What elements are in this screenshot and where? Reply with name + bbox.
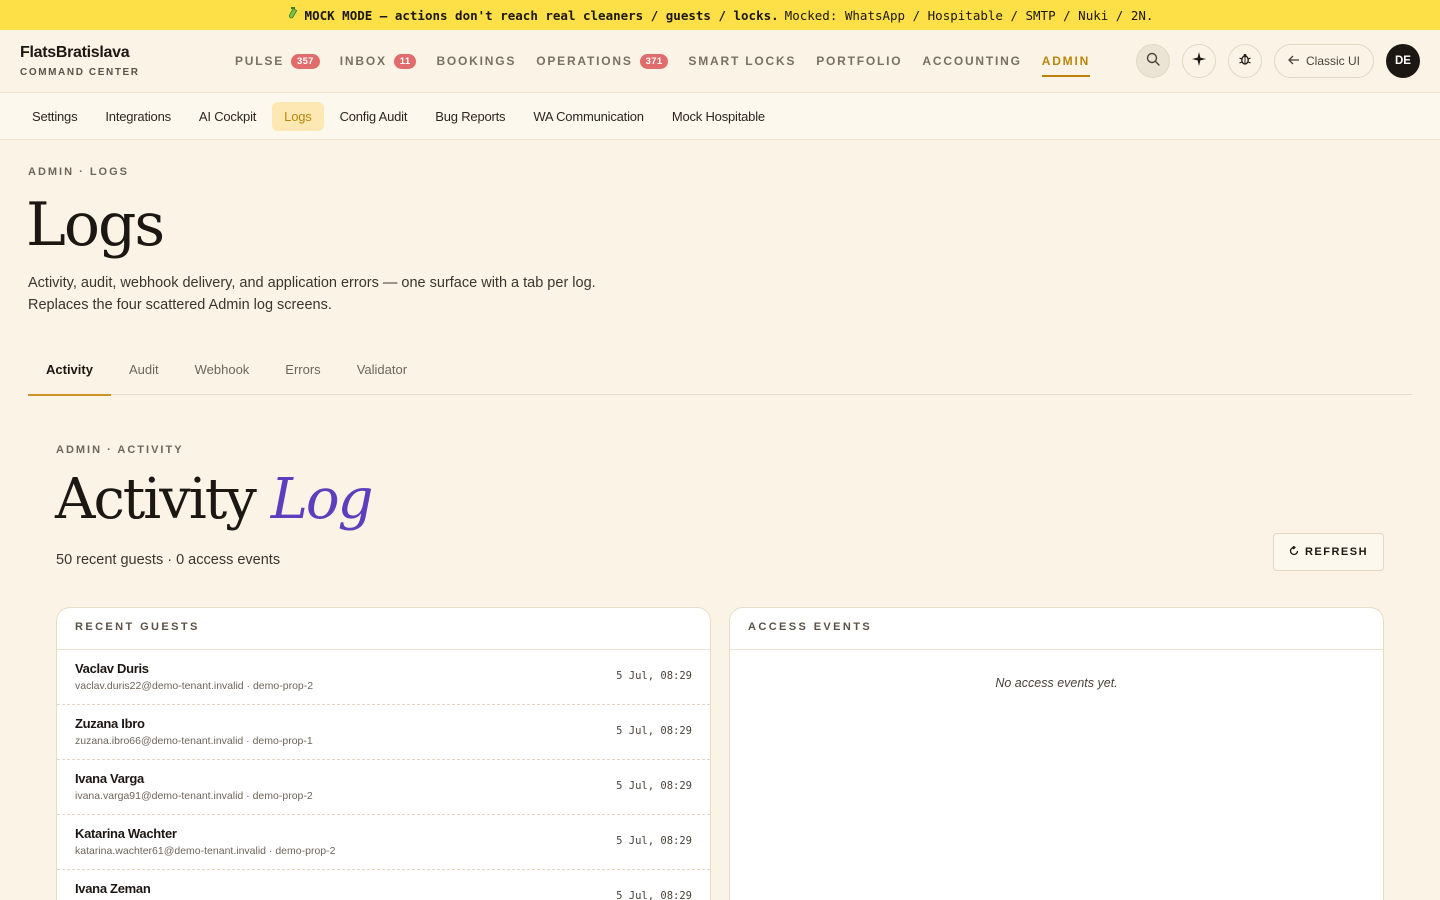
subnav-item-settings[interactable]: Settings — [20, 102, 89, 131]
guest-name: Vaclav Duris — [75, 661, 149, 676]
page-title: Logs — [26, 190, 165, 260]
section-eyebrow: ADMIN · ACTIVITY — [56, 444, 184, 456]
section-title: Activity Log — [55, 467, 374, 532]
refresh-button[interactable]: REFRESH — [1273, 533, 1384, 571]
main-nav: PULSE 357 INBOX 11 BOOKINGS OPERATIONS 3… — [235, 30, 1091, 93]
guest-meta: ivana.varga91@demo-tenant.invalid · demo… — [75, 790, 313, 802]
guest-timestamp: 5 Jul, 08:29 — [616, 670, 692, 682]
subnav-item-ai-cockpit[interactable]: AI Cockpit — [187, 102, 268, 131]
page-description-line: Replaces the four scattered Admin log sc… — [28, 297, 332, 313]
nav-actions: Classic UI DE — [1135, 44, 1420, 78]
count-badge: 11 — [393, 53, 417, 69]
nav-item-operations[interactable]: OPERATIONS 371 — [536, 30, 669, 93]
search-button[interactable] — [1135, 44, 1170, 78]
tab-validator[interactable]: Validator — [339, 350, 425, 395]
nav-item-label: OPERATIONS — [536, 54, 633, 68]
guest-name: Ivana Varga — [75, 771, 144, 786]
brand-subtitle: COMMAND CENTER — [20, 67, 140, 78]
nav-item-admin[interactable]: ADMIN — [1041, 30, 1091, 93]
subnav-item-mock-hospitable[interactable]: Mock Hospitable — [660, 102, 777, 131]
list-item[interactable]: Ivana Zeman 5 Jul, 08:29 — [57, 870, 710, 900]
tab-audit[interactable]: Audit — [111, 350, 177, 395]
nav-item-label: BOOKINGS — [436, 54, 517, 68]
guest-timestamp: 5 Jul, 08:29 — [616, 780, 692, 792]
nav-item-label: ADMIN — [1041, 54, 1091, 68]
report-bug-button[interactable] — [1227, 44, 1262, 78]
log-tabs: Activity Audit Webhook Errors Validator — [28, 350, 1412, 396]
banner-strong-text: MOCK MODE — actions don't reach real cle… — [304, 7, 779, 23]
mock-mode-banner: MOCK MODE — actions don't reach real cle… — [0, 0, 1440, 30]
section-title-accent: Log — [270, 467, 374, 532]
tab-activity[interactable]: Activity — [28, 350, 111, 396]
list-item[interactable]: Vaclav Duris vaclav.duris22@demo-tenant.… — [57, 650, 710, 705]
list-item[interactable]: Ivana Varga ivana.varga91@demo-tenant.in… — [57, 760, 710, 815]
page-description: Activity, audit, webhook delivery, and a… — [28, 272, 628, 316]
recent-guests-panel: RECENT GUESTS Vaclav Duris vaclav.duris2… — [56, 607, 711, 900]
list-item[interactable]: Katarina Wachter katarina.wachter61@demo… — [57, 815, 710, 870]
arrow-left-icon — [1288, 54, 1300, 68]
classic-ui-button[interactable]: Classic UI — [1273, 44, 1374, 78]
nav-item-bookings[interactable]: BOOKINGS — [436, 30, 516, 93]
guest-meta: zuzana.ibro66@demo-tenant.invalid · demo… — [75, 735, 313, 747]
section-title-main: Activity — [55, 467, 257, 532]
bug-icon — [1238, 52, 1252, 71]
guest-timestamp: 5 Jul, 08:29 — [616, 890, 692, 900]
sparkle-icon — [1191, 51, 1206, 71]
count-badge: 371 — [639, 53, 669, 69]
nav-item-inbox[interactable]: INBOX 11 — [340, 30, 417, 93]
brand-name: FlatsBratislava — [20, 44, 130, 61]
page-description-line: Activity, audit, webhook delivery, and a… — [28, 275, 596, 291]
breadcrumb: ADMIN · LOGS — [28, 166, 129, 178]
subnav-item-bug-reports[interactable]: Bug Reports — [423, 102, 517, 131]
nav-item-label: PULSE — [235, 54, 285, 68]
nav-item-smart-locks[interactable]: SMART LOCKS — [688, 30, 796, 93]
empty-state-text: No access events yet. — [995, 676, 1118, 690]
avatar[interactable]: DE — [1386, 44, 1420, 78]
tab-errors[interactable]: Errors — [267, 350, 338, 395]
activity-summary: 50 recent guests · 0 access events — [56, 552, 281, 568]
classic-ui-label: Classic UI — [1305, 54, 1360, 68]
top-navigation: FlatsBratislava COMMAND CENTER PULSE 357… — [0, 30, 1440, 93]
nav-item-label: SMART LOCKS — [688, 54, 797, 68]
banner-rest-text: Mocked: WhatsApp / Hospitable / SMTP / N… — [784, 7, 1154, 23]
count-badge: 357 — [291, 53, 320, 69]
guest-name: Zuzana Ibro — [75, 716, 145, 731]
access-events-panel: ACCESS EVENTS No access events yet. — [729, 607, 1384, 900]
guest-name: Ivana Zeman — [75, 881, 151, 896]
subnav-item-logs[interactable]: Logs — [272, 101, 324, 131]
guest-name: Katarina Wachter — [75, 826, 177, 841]
nav-item-label: PORTFOLIO — [816, 54, 903, 68]
subnav-item-config-audit[interactable]: Config Audit — [328, 102, 420, 131]
nav-item-label: INBOX — [339, 54, 387, 68]
test-tube-icon — [287, 6, 299, 24]
nav-item-label: ACCOUNTING — [922, 54, 1022, 68]
brand[interactable]: FlatsBratislava COMMAND CENTER — [20, 44, 220, 78]
list-item[interactable]: Zuzana Ibro zuzana.ibro66@demo-tenant.in… — [57, 705, 710, 760]
nav-item-pulse[interactable]: PULSE 357 — [235, 30, 320, 93]
refresh-icon — [1289, 545, 1299, 559]
guest-meta: katarina.wachter61@demo-tenant.invalid ·… — [75, 845, 336, 857]
nav-item-portfolio[interactable]: PORTFOLIO — [816, 30, 902, 93]
guest-meta: vaclav.duris22@demo-tenant.invalid · dem… — [75, 680, 314, 692]
guest-timestamp: 5 Jul, 08:29 — [616, 835, 692, 847]
panel-header: RECENT GUESTS — [57, 608, 710, 650]
guest-timestamp: 5 Jul, 08:29 — [616, 725, 692, 737]
tab-webhook[interactable]: Webhook — [177, 350, 268, 395]
subnav-item-integrations[interactable]: Integrations — [93, 102, 183, 131]
admin-subnav: Settings Integrations AI Cockpit Logs Co… — [0, 93, 1440, 140]
search-icon — [1146, 52, 1160, 71]
ai-assistant-button[interactable] — [1181, 44, 1216, 78]
subnav-item-wa-communication[interactable]: WA Communication — [521, 102, 655, 131]
refresh-label: REFRESH — [1304, 546, 1369, 558]
panel-header: ACCESS EVENTS — [730, 608, 1383, 650]
nav-item-accounting[interactable]: ACCOUNTING — [922, 30, 1021, 93]
